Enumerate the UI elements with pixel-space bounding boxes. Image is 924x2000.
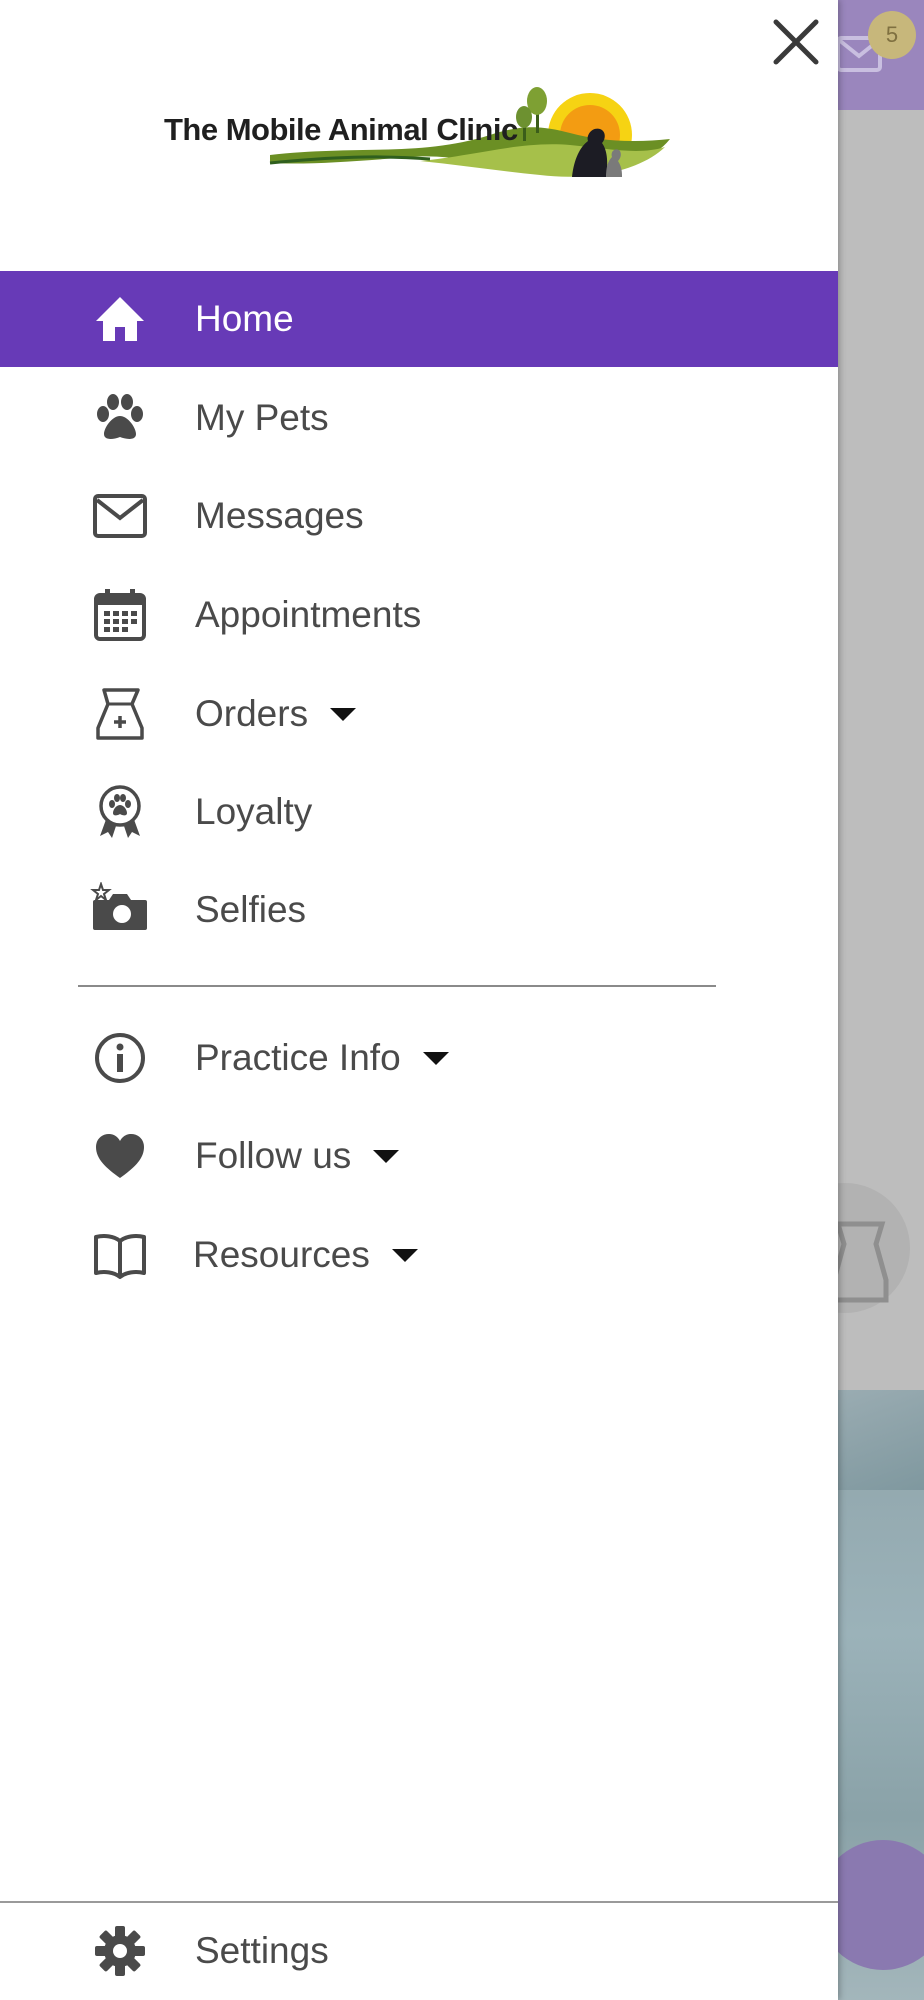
info-icon <box>95 1033 145 1083</box>
menu-label-loyalty: Loyalty <box>195 791 313 832</box>
menu-item-orders[interactable]: Orders <box>0 666 838 762</box>
menu-item-resources[interactable]: Resources <box>0 1207 838 1303</box>
menu-divider <box>78 985 716 987</box>
menu-label-resources: Resources <box>193 1234 418 1276</box>
menu-item-settings[interactable]: Settings <box>0 1903 838 1999</box>
follow-us-label-text: Follow us <box>195 1135 352 1176</box>
menu-item-follow-us[interactable]: Follow us <box>0 1108 838 1204</box>
menu-label-orders: Orders <box>195 693 357 735</box>
menu-label-practice-info: Practice Info <box>195 1037 449 1079</box>
menu-label-home: Home <box>195 298 294 339</box>
practice-info-label-text: Practice Info <box>195 1037 401 1078</box>
calendar-icon <box>94 589 146 641</box>
menu-item-selfies[interactable]: Selfies <box>0 862 838 958</box>
navigation-drawer: The Mobile Animal Clinic Home My Pets Me… <box>0 0 838 2000</box>
envelope-icon <box>93 494 147 538</box>
menu-label-settings: Settings <box>195 1930 329 1971</box>
menu-item-home[interactable]: Home <box>0 271 838 367</box>
food-bag-icon <box>96 688 144 740</box>
close-icon[interactable] <box>770 16 822 68</box>
book-icon <box>94 1234 146 1279</box>
clinic-logo: The Mobile Animal Clinic <box>160 85 680 185</box>
clinic-name: The Mobile Animal Clinic <box>164 112 518 147</box>
menu-label-my-pets: My Pets <box>195 397 329 438</box>
caret-down-icon <box>373 1149 400 1163</box>
menu-label-messages: Messages <box>195 495 364 536</box>
heart-icon <box>96 1134 144 1178</box>
caret-down-icon <box>422 1051 449 1065</box>
menu-item-my-pets[interactable]: My Pets <box>0 370 838 466</box>
menu-label-appointments: Appointments <box>195 594 422 635</box>
menu-label-follow-us: Follow us <box>195 1135 400 1177</box>
award-ribbon-icon <box>99 785 141 838</box>
caret-down-icon <box>391 1248 418 1262</box>
menu-item-loyalty[interactable]: Loyalty <box>0 764 838 860</box>
menu-item-practice-info[interactable]: Practice Info <box>0 1010 838 1106</box>
orders-label-text: Orders <box>195 693 309 734</box>
unread-badge: 5 <box>868 11 916 59</box>
resources-label-text: Resources <box>193 1234 370 1275</box>
camera-icon <box>90 882 147 930</box>
menu-item-messages[interactable]: Messages <box>0 468 838 564</box>
caret-down-icon <box>330 707 357 721</box>
gear-icon <box>95 1926 145 1976</box>
menu-item-appointments[interactable]: Appointments <box>0 567 838 663</box>
background-food-bag-icon <box>831 1221 889 1303</box>
home-icon <box>96 297 144 341</box>
paw-icon <box>97 394 143 439</box>
background-photo-detail <box>838 1390 924 1490</box>
menu-label-selfies: Selfies <box>195 889 307 930</box>
